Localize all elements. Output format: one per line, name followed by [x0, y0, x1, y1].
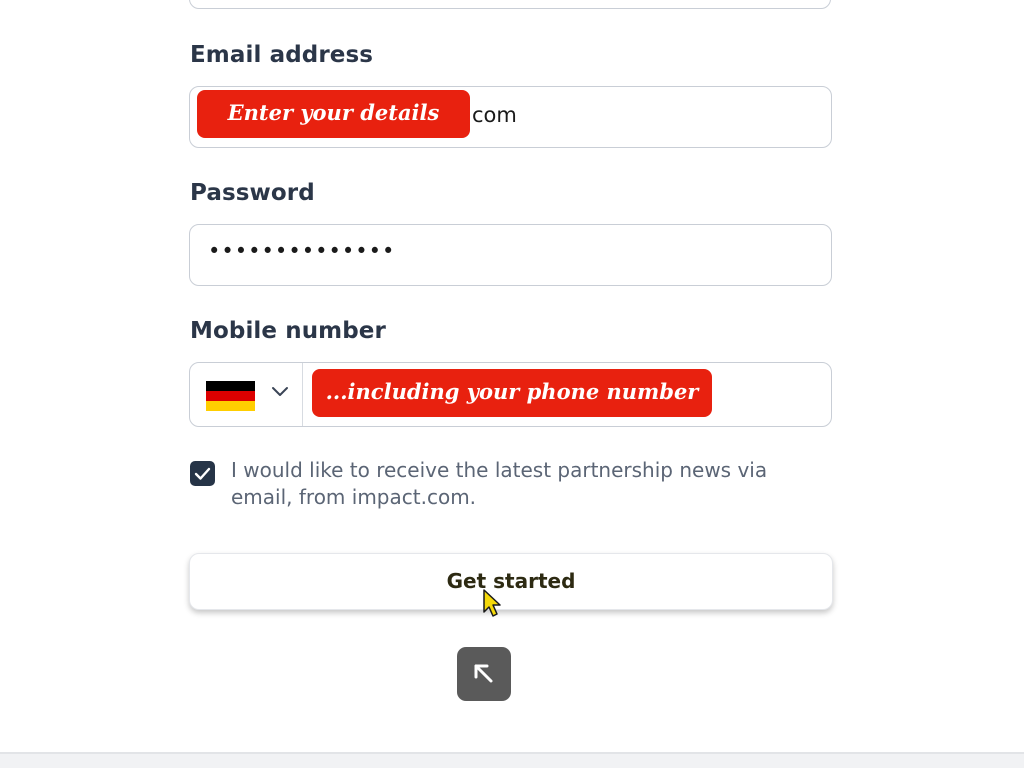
email-value: com [472, 103, 517, 127]
country-code-selector[interactable] [190, 363, 303, 426]
get-started-button[interactable]: Get started [189, 553, 833, 610]
password-label: Password [190, 180, 315, 206]
footer-divider [0, 752, 1024, 768]
previous-input-edge[interactable] [189, 0, 831, 9]
email-label: Email address [190, 42, 374, 68]
checkmark-icon [194, 467, 211, 480]
signup-form-page: Email address com Enter your details Pas… [0, 0, 1024, 768]
newsletter-label: I would like to receive the latest partn… [231, 458, 768, 509]
phone-annotation-banner: ...including your phone number [312, 369, 712, 417]
back-to-top-button[interactable] [457, 647, 511, 701]
arrow-up-left-icon [474, 664, 493, 683]
password-field[interactable]: •••••••••••••• [189, 224, 832, 286]
newsletter-checkbox[interactable] [190, 461, 215, 486]
mobile-label: Mobile number [190, 318, 386, 344]
pointer-cursor-icon [483, 589, 501, 617]
email-annotation-banner: Enter your details [197, 90, 470, 138]
germany-flag-icon [206, 381, 255, 411]
password-value: •••••••••••••• [208, 239, 396, 263]
chevron-down-icon [272, 387, 288, 396]
